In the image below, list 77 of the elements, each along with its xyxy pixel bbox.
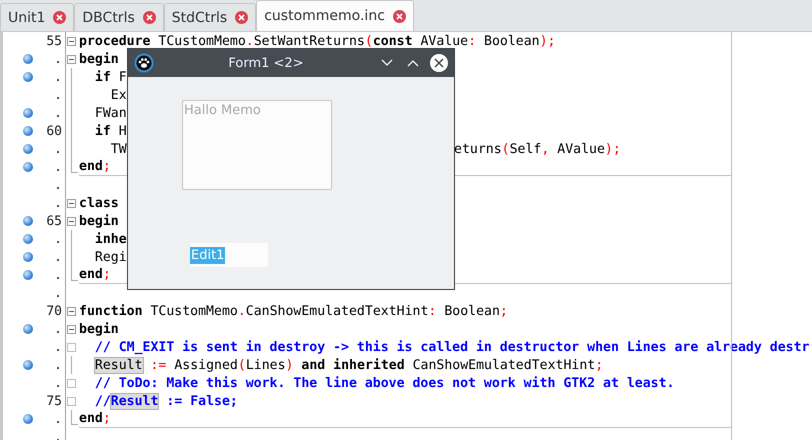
- line-number: .: [54, 178, 62, 192]
- breakpoint-dot-icon[interactable]: [23, 162, 33, 172]
- code-line: class: [79, 196, 119, 210]
- line-number: .: [54, 376, 62, 390]
- breakpoint-dot-icon[interactable]: [23, 144, 33, 154]
- line-number: .: [54, 160, 62, 174]
- code-line: begin: [79, 52, 119, 66]
- line-number: .: [54, 250, 62, 264]
- line-number: .: [54, 358, 62, 372]
- breakpoint-dot-icon[interactable]: [23, 234, 33, 244]
- code-line: Regi: [94, 250, 127, 264]
- line-number: .: [54, 196, 62, 210]
- code-line: end;: [79, 159, 111, 174]
- code-line: begin: [79, 214, 119, 228]
- line-number: 65: [46, 214, 62, 228]
- code-line: // ToDo: Make this work. The line above does not work with GTK2 at least.: [94, 376, 674, 390]
- line-number: 70: [46, 304, 62, 318]
- breakpoint-dot-icon[interactable]: [23, 360, 33, 370]
- breakpoint-dot-icon[interactable]: [23, 270, 33, 280]
- code-line: function TCustomMemo.CanShowEmulatedTextHint: Boolean;: [79, 304, 508, 318]
- window-title: Form1 <2>: [227, 56, 305, 70]
- code-line: Ex: [110, 88, 127, 102]
- file-tab[interactable]: Unit1: [0, 3, 74, 31]
- code-line: eturns(Self, AValue);: [454, 142, 621, 156]
- line-number: .: [54, 232, 62, 246]
- breakpoint-dot-icon[interactable]: [23, 324, 33, 334]
- code-line: begin: [79, 322, 119, 336]
- line-number: .: [54, 412, 62, 426]
- chevron-up-icon: [407, 59, 419, 67]
- code-line: Result := Assigned(Lines) and inherited CanShowEmulatedTextHint;: [94, 358, 604, 372]
- breakpoint-dot-icon[interactable]: [23, 216, 33, 226]
- code-line: procedure TCustomMemo.SetWantReturns(const AValue: Boolean);: [79, 34, 556, 48]
- line-number: .: [54, 70, 62, 84]
- code-line: if F: [94, 70, 127, 84]
- breakpoint-dot-icon[interactable]: [23, 54, 33, 64]
- breakpoint-dot-icon[interactable]: [23, 414, 33, 424]
- file-tab[interactable]: DBCtrls: [74, 3, 164, 31]
- line-number: 55: [46, 34, 62, 48]
- close-icon[interactable]: [142, 11, 156, 24]
- line-number: .: [54, 142, 62, 156]
- code-line: FWan: [94, 106, 127, 120]
- code-line: end;: [79, 267, 111, 282]
- fold-icon[interactable]: [67, 307, 76, 316]
- close-icon[interactable]: [235, 11, 248, 24]
- fold-icon[interactable]: [67, 217, 76, 226]
- file-tab[interactable]: custommemo.inc: [256, 0, 414, 31]
- close-icon: [434, 58, 444, 68]
- fold-icon[interactable]: [67, 37, 76, 46]
- fold-icon[interactable]: [67, 55, 76, 64]
- line-number: .: [54, 322, 62, 336]
- code-line: end;: [79, 411, 111, 426]
- breakpoint-dot-icon[interactable]: [23, 252, 33, 262]
- close-icon[interactable]: [392, 10, 406, 22]
- fold-icon[interactable]: [67, 325, 76, 334]
- line-number: 60: [46, 124, 62, 138]
- code-line: //Result := False;: [94, 394, 238, 408]
- breakpoint-dot-icon[interactable]: [23, 108, 33, 118]
- code-line: if H: [94, 124, 127, 138]
- breakpoint-dot-icon[interactable]: [23, 126, 33, 136]
- close-button[interactable]: [430, 54, 448, 72]
- paw-icon: [134, 53, 154, 73]
- close-icon[interactable]: [53, 11, 66, 24]
- line-number: .: [54, 106, 62, 120]
- chevron-down-icon: [381, 59, 393, 67]
- file-tab[interactable]: StdCtrls: [164, 3, 256, 31]
- line-number: .: [54, 52, 62, 66]
- line-number: .: [54, 286, 62, 300]
- code-line: // CM_EXIT is sent in destroy -> this is called in destructor when Lines are already destr: [94, 340, 810, 354]
- line-number: 75: [46, 394, 62, 408]
- line-number: .: [54, 268, 62, 282]
- line-number: .: [54, 340, 62, 354]
- fold-icon[interactable]: [67, 199, 76, 208]
- code-line: TW: [110, 142, 127, 156]
- memo-field[interactable]: Hallo Memo: [182, 100, 332, 190]
- code-line: inhe: [94, 232, 127, 246]
- line-number: .: [54, 88, 62, 102]
- breakpoint-dot-icon[interactable]: [23, 72, 33, 82]
